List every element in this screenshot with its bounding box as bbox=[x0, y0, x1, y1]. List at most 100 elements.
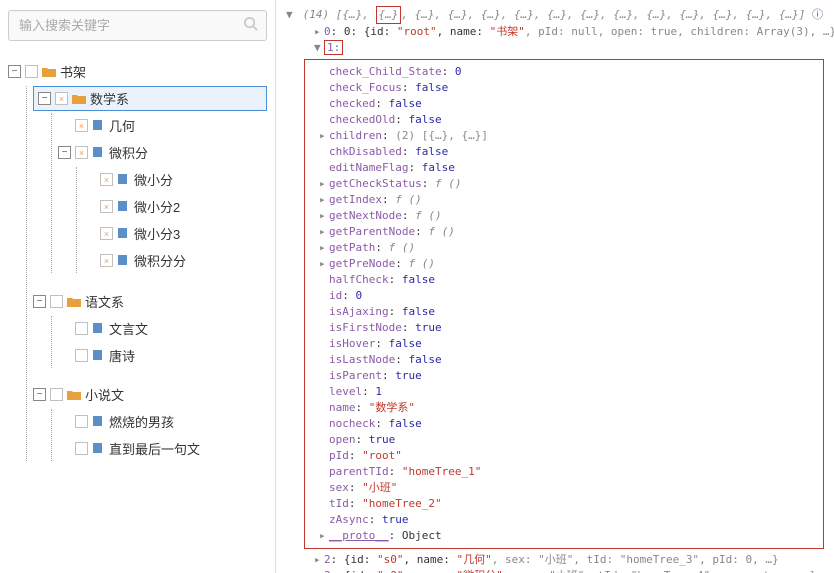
expand-arrow-icon[interactable]: ▸ bbox=[319, 224, 329, 240]
checkbox[interactable] bbox=[75, 442, 88, 455]
checkbox[interactable] bbox=[50, 295, 63, 308]
object-property[interactable]: ▸children: (2) [{…}, {…}] bbox=[319, 128, 815, 144]
tree-node-tangshi[interactable]: 唐诗 bbox=[58, 343, 267, 368]
folder-open-icon bbox=[42, 66, 56, 78]
highlighted-index: 1: bbox=[324, 40, 343, 55]
object-property[interactable]: ▸getPath: f () bbox=[319, 240, 815, 256]
console-row-1[interactable]: ▼1: bbox=[314, 40, 824, 56]
tree-node-novel[interactable]: − 小说文 bbox=[33, 382, 267, 407]
checkbox[interactable] bbox=[75, 322, 88, 335]
object-property[interactable]: name: "数学系" bbox=[319, 400, 815, 416]
tree-node-wxf2[interactable]: ×微小分2 bbox=[83, 194, 267, 219]
object-property[interactable]: ▸getPreNode: f () bbox=[319, 256, 815, 272]
node-label: 书架 bbox=[60, 62, 86, 81]
console-row[interactable]: ▸2: {id: "s0", name: "几何", sex: "小班", tI… bbox=[314, 552, 824, 568]
search-icon[interactable] bbox=[243, 16, 258, 35]
expand-arrow-icon[interactable]: ▸ bbox=[319, 208, 329, 224]
object-property[interactable]: isLastNode: false bbox=[319, 352, 815, 368]
console-row-0[interactable]: ▸0: 0: {id: "root", name: "书架", pId: nul… bbox=[314, 24, 824, 40]
object-property[interactable]: open: true bbox=[319, 432, 815, 448]
tree-node-wenyan[interactable]: 文言文 bbox=[58, 316, 267, 341]
node-label: 唐诗 bbox=[109, 346, 135, 365]
expand-arrow-icon[interactable]: ▸ bbox=[314, 24, 324, 40]
book-icon bbox=[117, 227, 130, 240]
tree-node-calc[interactable]: − × 微积分 bbox=[58, 140, 267, 165]
tree-node-burning[interactable]: 燃烧的男孩 bbox=[58, 409, 267, 434]
object-property[interactable]: sex: "小班" bbox=[319, 480, 815, 496]
checkbox[interactable] bbox=[50, 388, 63, 401]
object-property[interactable]: checkedOld: false bbox=[319, 112, 815, 128]
toggle-icon[interactable]: − bbox=[38, 92, 51, 105]
object-property[interactable]: parentTId: "homeTree_1" bbox=[319, 464, 815, 480]
tree-node-geo[interactable]: × 几何 bbox=[58, 113, 267, 138]
object-property[interactable]: isAjaxing: false bbox=[319, 304, 815, 320]
object-property[interactable]: nocheck: false bbox=[319, 416, 815, 432]
node-label: 直到最后一句文 bbox=[109, 439, 200, 458]
object-property[interactable]: halfCheck: false bbox=[319, 272, 815, 288]
object-property[interactable]: isFirstNode: true bbox=[319, 320, 815, 336]
object-property[interactable]: checked: false bbox=[319, 96, 815, 112]
expand-arrow-icon[interactable]: ▸ bbox=[319, 256, 329, 272]
toggle-icon[interactable]: − bbox=[33, 388, 46, 401]
object-property[interactable]: id: 0 bbox=[319, 288, 815, 304]
checkbox[interactable]: × bbox=[100, 254, 113, 267]
checkbox[interactable]: × bbox=[55, 92, 68, 105]
toggle-icon[interactable]: − bbox=[8, 65, 21, 78]
toggle-icon[interactable]: − bbox=[33, 295, 46, 308]
object-property[interactable]: pId: "root" bbox=[319, 448, 815, 464]
tree-root: − 书架 − × 数学系 × bbox=[8, 59, 267, 461]
expand-arrow-icon[interactable]: ▸ bbox=[319, 192, 329, 208]
console-row[interactable]: ▸3: {id: "s0", name: "微积分", sex: "小班", t… bbox=[314, 568, 824, 573]
checkbox[interactable]: × bbox=[75, 146, 88, 159]
node-label: 燃烧的男孩 bbox=[109, 412, 174, 431]
object-property[interactable]: isParent: true bbox=[319, 368, 815, 384]
object-property[interactable]: tId: "homeTree_2" bbox=[319, 496, 815, 512]
object-property[interactable]: check_Child_State: 0 bbox=[319, 64, 815, 80]
toggle-icon[interactable]: − bbox=[58, 146, 71, 159]
object-property[interactable]: ▸getParentNode: f () bbox=[319, 224, 815, 240]
object-property[interactable]: chkDisabled: false bbox=[319, 144, 815, 160]
checkbox[interactable]: × bbox=[100, 200, 113, 213]
folder-open-icon bbox=[67, 296, 81, 308]
tree-node-wjff[interactable]: × 微积分分 bbox=[83, 248, 267, 273]
array-count: (14) bbox=[303, 8, 330, 21]
tree-node-chinese[interactable]: − 语文系 bbox=[33, 289, 267, 314]
tree-node-root[interactable]: − 书架 bbox=[8, 59, 267, 84]
sidebar: − 书架 − × 数学系 × bbox=[0, 0, 276, 573]
node-label: 微积分分 bbox=[134, 251, 186, 270]
console-array-header[interactable]: ▼ (14) [{…}, {…}, {…}, {…}, {…}, {…}, {…… bbox=[286, 6, 824, 24]
checkbox[interactable] bbox=[75, 349, 88, 362]
book-icon bbox=[117, 200, 130, 213]
object-property[interactable]: check_Focus: false bbox=[319, 80, 815, 96]
book-icon bbox=[117, 254, 130, 267]
info-icon[interactable]: ⓘ bbox=[812, 8, 823, 21]
expand-arrow-icon[interactable]: ▸ bbox=[319, 240, 329, 256]
expand-arrow-icon[interactable]: ▸ bbox=[314, 568, 324, 573]
object-property[interactable]: level: 1 bbox=[319, 384, 815, 400]
expand-arrow-icon[interactable]: ▸ bbox=[319, 528, 329, 544]
tree-node-math[interactable]: − × 数学系 bbox=[33, 86, 267, 111]
tree-node-wxf[interactable]: ×微小分 bbox=[83, 167, 267, 192]
tree-node-lastline[interactable]: 直到最后一句文 bbox=[58, 436, 267, 461]
checkbox[interactable]: × bbox=[75, 119, 88, 132]
object-property[interactable]: isHover: false bbox=[319, 336, 815, 352]
devtools-console: ▼ (14) [{…}, {…}, {…}, {…}, {…}, {…}, {…… bbox=[276, 0, 834, 573]
checkbox[interactable] bbox=[25, 65, 38, 78]
object-property[interactable]: ▸getIndex: f () bbox=[319, 192, 815, 208]
tree-node-wxf3[interactable]: ×微小分3 bbox=[83, 221, 267, 246]
checkbox[interactable]: × bbox=[100, 173, 113, 186]
object-property[interactable]: zAsync: true bbox=[319, 512, 815, 528]
collapse-arrow-icon[interactable]: ▼ bbox=[314, 40, 324, 56]
object-property[interactable]: editNameFlag: false bbox=[319, 160, 815, 176]
object-property[interactable]: ▸getNextNode: f () bbox=[319, 208, 815, 224]
checkbox[interactable]: × bbox=[100, 227, 113, 240]
expand-arrow-icon[interactable]: ▸ bbox=[319, 128, 329, 144]
book-icon bbox=[117, 173, 130, 186]
expand-arrow-icon[interactable]: ▸ bbox=[314, 552, 324, 568]
object-property[interactable]: ▸getCheckStatus: f () bbox=[319, 176, 815, 192]
checkbox[interactable] bbox=[75, 415, 88, 428]
proto-property[interactable]: ▸__proto__: Object bbox=[319, 528, 815, 544]
search-input[interactable] bbox=[8, 10, 267, 41]
expand-arrow-icon[interactable]: ▼ bbox=[286, 7, 296, 23]
expand-arrow-icon[interactable]: ▸ bbox=[319, 176, 329, 192]
